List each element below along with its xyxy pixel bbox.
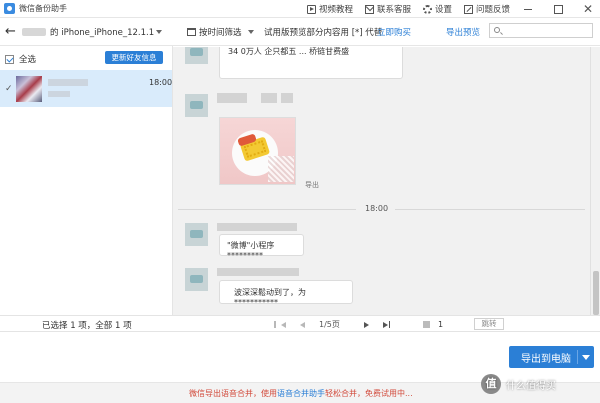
page-info: 1/5页 [319,320,340,329]
avatar [16,76,42,102]
time-filter-button[interactable]: 按时间筛选 [187,26,254,38]
time-separator: 18:00 [173,204,590,214]
page-number-input[interactable]: 1 [423,318,472,330]
voice-merge-link[interactable]: 语音合并助手 [277,389,325,398]
feedback-link[interactable]: 问题反馈 [463,3,510,15]
contact-time: 18:00 [149,78,173,87]
watermark: 值 什么值得买 [481,374,556,394]
promo-text: 微信导出语音合并，使用语音合并助手轻松合并，免费试用中... [189,389,413,398]
calendar-icon [187,28,196,36]
sender-avatar [185,94,208,117]
sender-name-blur [217,268,299,276]
select-all-checkbox[interactable]: 全选 [5,53,36,65]
contact-name-blur [48,79,88,86]
pagination: 1/5页 [273,319,402,330]
sender-avatar [185,268,208,291]
last-page-icon[interactable] [382,321,391,328]
chevron-down-icon [247,30,254,34]
check-icon: ✓ [5,84,13,94]
search-input[interactable] [489,23,593,38]
title-bar-actions: 视频教程 联系客服 设置 问题反馈 ✕ [295,0,600,18]
first-page-icon[interactable] [274,321,286,328]
header-toolbar: ← 的 iPhone_iPhone_12.1.1 按时间筛选 试用版预览部分内容… [0,18,600,46]
sender-name-blur [217,93,247,103]
device-name-blur [22,28,46,36]
page-icon [423,320,430,328]
title-bar: 微信备份助手 视频教程 联系客服 设置 问题反馈 ✕ [0,0,600,18]
contact-support-link[interactable]: 联系客服 [364,3,411,15]
back-arrow-icon[interactable]: ← [5,24,16,39]
watermark-logo: 值 [481,374,501,394]
image-export-link[interactable]: 导出 [305,180,319,190]
scrollbar-thumb[interactable] [593,271,599,315]
sender-avatar [185,223,208,246]
message-bubble: 波深深鬆动到了，为*********** [219,280,353,307]
jump-button[interactable]: 跳转 [474,318,504,330]
close-button[interactable]: ✕ [576,0,600,18]
chat-pane: 34 0万人 企只都五 ... 桥链甘费盛 导出 18:00 "微博"小程序**… [173,47,590,315]
message-bubble: 34 0万人 企只都五 ... 桥链甘费盛 [219,47,403,79]
contact-sidebar: 全选 更新好友信息 ✓ 18:00 [0,47,172,315]
message-bubble: "微博"小程序********* [219,234,304,260]
settings-link[interactable]: 设置 [422,3,452,15]
search-icon [494,27,500,33]
sender-name-blur [261,93,277,103]
mail-icon [364,4,374,14]
contact-list-item[interactable]: ✓ 18:00 [0,70,172,107]
status-footer: 已选择 1 项，全部 1 项 1/5页 1 跳转 [0,315,600,332]
export-preview-link[interactable]: 导出预览 [446,26,480,38]
export-to-computer-button[interactable]: 导出到电脑 [509,346,594,368]
video-icon [306,4,316,14]
selection-status: 已选择 1 项，全部 1 项 [42,321,132,331]
device-dropdown-icon[interactable] [156,30,162,34]
refresh-contacts-button[interactable]: 更新好友信息 [105,51,163,64]
buy-now-link[interactable]: 立即购买 [377,26,411,38]
prev-page-icon[interactable] [300,321,305,328]
app-title: 微信备份助手 [19,4,67,13]
next-page-icon[interactable] [363,321,369,328]
trial-notice: 试用版预览部分内容用 [*] 代替 [264,28,383,38]
video-tutorial-link[interactable]: 视频教程 [306,3,353,15]
checkbox-checked-icon [5,54,14,64]
device-label[interactable]: 的 iPhone_iPhone_12.1.1 [50,26,154,38]
sender-name-blur [217,223,297,231]
sender-avatar [185,47,208,64]
minimize-button[interactable] [516,0,540,18]
feedback-icon [463,4,473,14]
gear-icon [422,4,432,14]
contact-preview-blur [48,91,70,97]
maximize-button[interactable] [546,0,570,18]
sender-name-blur [281,93,293,103]
chevron-down-icon[interactable] [582,355,590,360]
app-logo-icon [4,3,15,14]
chat-scrollbar[interactable] [590,47,600,315]
image-message[interactable] [219,117,296,185]
